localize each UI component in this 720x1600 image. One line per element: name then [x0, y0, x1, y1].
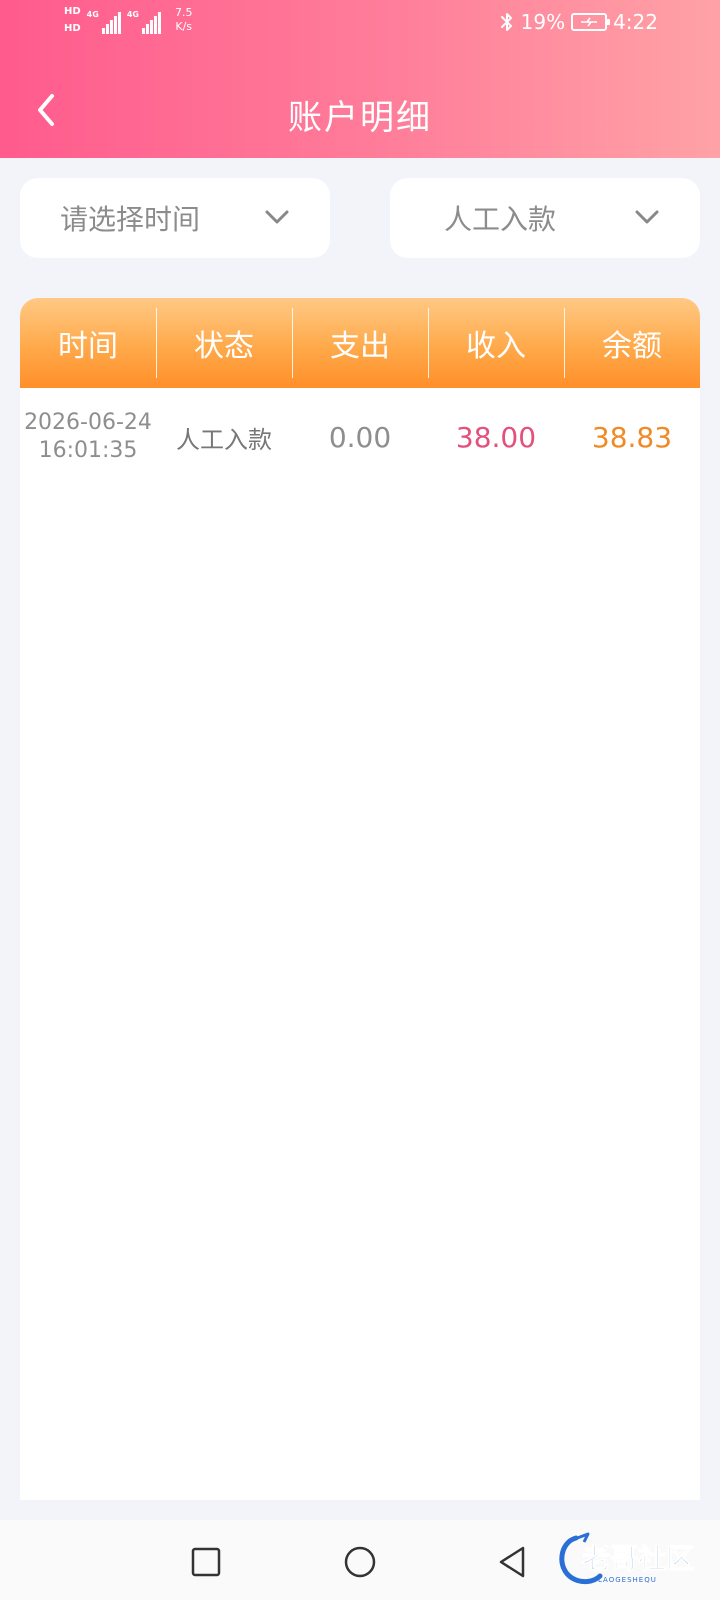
battery-charging-icon: [571, 13, 611, 31]
triangle-back-icon: [499, 1546, 525, 1578]
title-bar: 账户明细: [0, 72, 720, 158]
battery-percent: 19%: [520, 10, 566, 34]
cell-expense: 0.00: [328, 420, 392, 454]
signal-strength-icon-1: 4G: [87, 10, 121, 34]
column-header-expense: 支出: [292, 298, 428, 388]
table-header: 时间 状态 支出 收入 余额: [20, 298, 700, 388]
cell-balance: 38.83: [591, 420, 673, 454]
sim1-hd-label: HD: [64, 6, 81, 17]
sim2-hd-label: HD: [64, 23, 81, 34]
cell-time: 2026-06-24 16:01:35: [20, 388, 156, 486]
circle-icon: [344, 1546, 376, 1578]
column-header-status: 状态: [156, 298, 292, 388]
status-bar-right: 19% 4:22: [499, 10, 658, 34]
network-speed-value: 7.5: [174, 6, 193, 19]
network-speed-unit: K/s: [175, 20, 193, 33]
table-row: 2026-06-24 16:01:35 人工入款 0.00 38.00 38.8…: [20, 388, 700, 486]
time-filter-label: 请选择时间: [60, 203, 201, 236]
cell-income: 38.00: [455, 420, 537, 454]
status-bar-left: HD HD 4G 4G 7.5 K/s: [64, 6, 192, 42]
column-header-time: 时间: [58, 329, 118, 364]
status-bar: HD HD 4G 4G 7.5 K/s 19% 4:22: [0, 0, 720, 48]
clock: 4:22: [613, 10, 658, 34]
app-header: HD HD 4G 4G 7.5 K/s 19% 4:22 账户明细: [0, 0, 720, 158]
type-filter-dropdown[interactable]: 人工入款: [390, 178, 700, 258]
laoge-community-watermark-logo: 老哥社区 LAOGESHEQU: [559, 1532, 695, 1585]
svg-text:LAOGESHEQU: LAOGESHEQU: [598, 1576, 657, 1584]
chevron-down-icon: [635, 210, 659, 224]
square-icon: [191, 1547, 221, 1577]
network-type-1: 4G: [86, 10, 99, 19]
network-speed: 7.5 K/s: [175, 6, 193, 34]
chevron-down-icon: [265, 210, 289, 224]
page-title: 账户明细: [288, 98, 432, 138]
recent-apps-button[interactable]: [184, 1540, 228, 1584]
network-type-2: 4G: [126, 10, 139, 19]
account-detail-table: 时间 状态 支出 收入 余额 2026-06-24 16:01:35 人工入款 …: [20, 298, 700, 1500]
bluetooth-icon: [500, 13, 512, 31]
type-filter-label: 人工入款: [444, 203, 557, 236]
svg-text:老哥社区: 老哥社区: [582, 1542, 694, 1575]
sim-indicators: HD HD: [64, 6, 81, 34]
cell-date-text: 2026-06-24: [24, 410, 152, 435]
home-button[interactable]: [338, 1540, 382, 1584]
system-back-button[interactable]: [490, 1540, 534, 1584]
cell-status: 人工入款: [176, 425, 272, 454]
cell-time-text: 16:01:35: [38, 438, 138, 463]
time-filter-dropdown[interactable]: 请选择时间: [20, 178, 330, 258]
column-header-balance: 余额: [564, 298, 700, 388]
signal-strength-icon-2: 4G: [127, 10, 161, 34]
column-header-income: 收入: [428, 298, 564, 388]
system-navigation-bar: 老哥社区 LAOGESHEQU: [0, 1520, 720, 1600]
